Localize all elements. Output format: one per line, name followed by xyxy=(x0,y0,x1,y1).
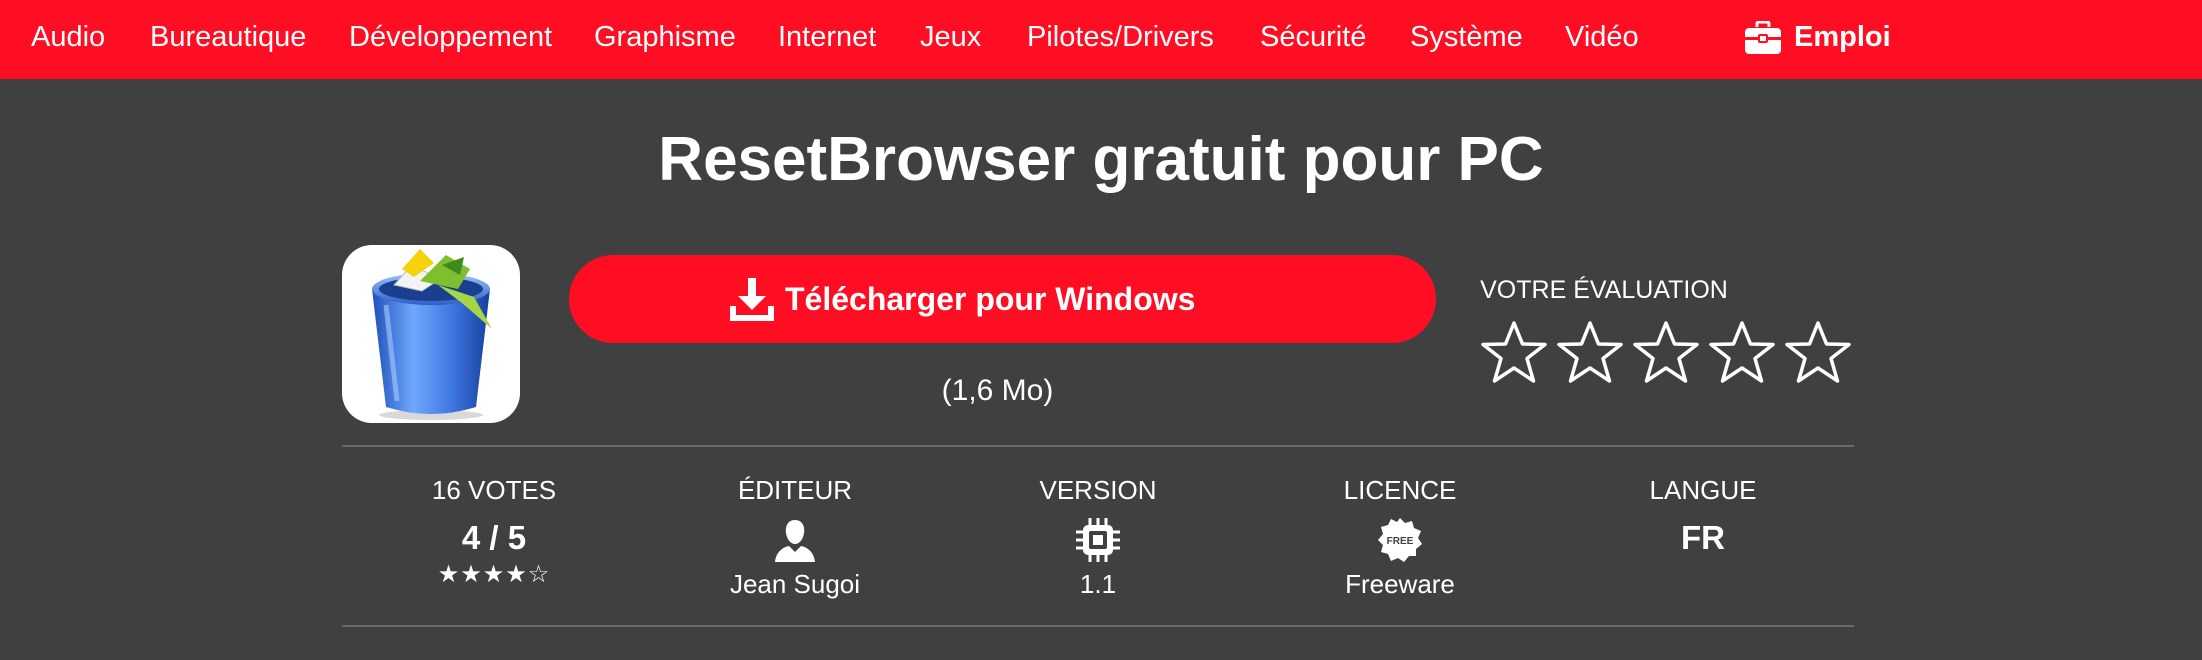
votes-score: 4 / 5 xyxy=(461,519,527,556)
version-label: VERSION xyxy=(1039,475,1157,505)
download-button[interactable]: Télécharger pour Windows xyxy=(569,255,1436,343)
download-icon xyxy=(730,278,774,321)
stat-license: LICENCE FREE Freeware xyxy=(1280,472,1520,602)
divider-bottom xyxy=(342,625,1854,627)
nav-item-audio[interactable]: Audio xyxy=(31,0,105,79)
rating-star-2[interactable] xyxy=(1556,320,1624,386)
editor-label: ÉDITEUR xyxy=(737,475,853,505)
nav-item-internet[interactable]: Internet xyxy=(778,0,876,79)
nav-item-graphisme[interactable]: Graphisme xyxy=(594,0,736,79)
language-value: FR xyxy=(1681,519,1725,556)
briefcase-icon xyxy=(1745,21,1781,54)
stat-version: VERSION 1.1 xyxy=(978,472,1218,602)
rating-star-5[interactable] xyxy=(1784,320,1852,386)
stat-editor: ÉDITEUR Jean Sugoi xyxy=(675,472,915,602)
language-label: LANGUE xyxy=(1649,475,1757,505)
rating-star-3[interactable] xyxy=(1632,320,1700,386)
nav-item-securite[interactable]: Sécurité xyxy=(1260,0,1366,79)
nav-item-video[interactable]: Vidéo xyxy=(1565,0,1639,79)
votes-stars: ★★★★☆ xyxy=(437,561,551,588)
svg-text:FREE: FREE xyxy=(1387,536,1414,547)
recycle-bin-icon xyxy=(372,249,492,420)
stat-language: LANGUE FR xyxy=(1583,472,1823,560)
app-icon xyxy=(342,245,520,423)
chip-icon xyxy=(1076,518,1120,562)
divider-top xyxy=(342,445,1854,447)
editor-value: Jean Sugoi xyxy=(729,569,861,599)
nav-item-systeme[interactable]: Système xyxy=(1410,0,1523,79)
user-icon xyxy=(775,520,815,562)
nav-emploi-label: Emploi xyxy=(1794,21,1891,53)
page-title: ResetBrowser gratuit pour PC xyxy=(658,125,1544,194)
download-size: (1,6 Mo) xyxy=(941,374,1054,407)
top-nav: Audio Bureautique Développement Graphism… xyxy=(0,0,2202,79)
free-badge-icon: FREE xyxy=(1378,518,1422,562)
stat-votes: 16 VOTES 4 / 5 ★★★★☆ xyxy=(374,472,614,590)
download-label: Télécharger pour Windows xyxy=(785,281,1196,317)
nav-item-pilotes-drivers[interactable]: Pilotes/Drivers xyxy=(1027,0,1214,79)
nav-item-bureautique[interactable]: Bureautique xyxy=(150,0,306,79)
nav-item-developpement[interactable]: Développement xyxy=(349,0,552,79)
nav-item-emploi[interactable]: Emploi xyxy=(1745,0,1891,79)
version-value: 1.1 xyxy=(1079,569,1117,599)
nav-item-jeux[interactable]: Jeux xyxy=(920,0,981,79)
license-label: LICENCE xyxy=(1343,475,1457,505)
license-value: Freeware xyxy=(1345,569,1455,599)
rating-star-1[interactable] xyxy=(1480,320,1548,386)
rating-star-4[interactable] xyxy=(1708,320,1776,386)
votes-label: 16 VOTES xyxy=(431,475,557,505)
rating-label: VOTRE ÉVALUATION xyxy=(1480,276,1728,304)
